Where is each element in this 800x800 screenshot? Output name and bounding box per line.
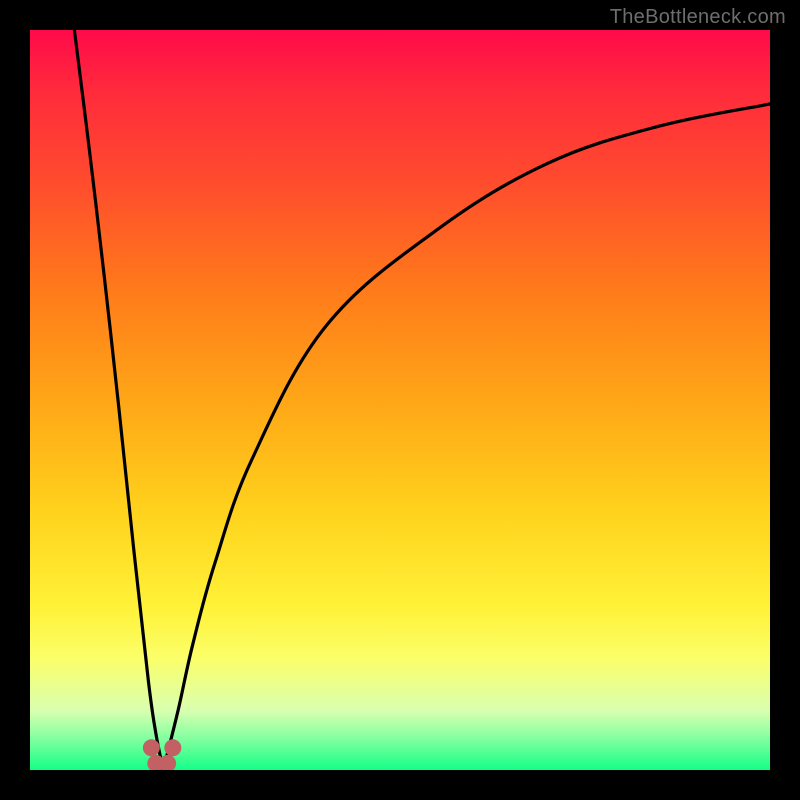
curve-right-branch	[163, 104, 770, 770]
curve-layer	[30, 30, 770, 770]
curve-left-branch	[74, 30, 163, 770]
bottleneck-marker-0	[143, 739, 160, 756]
bottleneck-marker-3	[164, 739, 181, 756]
watermark-text: TheBottleneck.com	[610, 6, 786, 29]
plot-area	[30, 30, 770, 770]
chart-frame: TheBottleneck.com	[0, 0, 800, 800]
